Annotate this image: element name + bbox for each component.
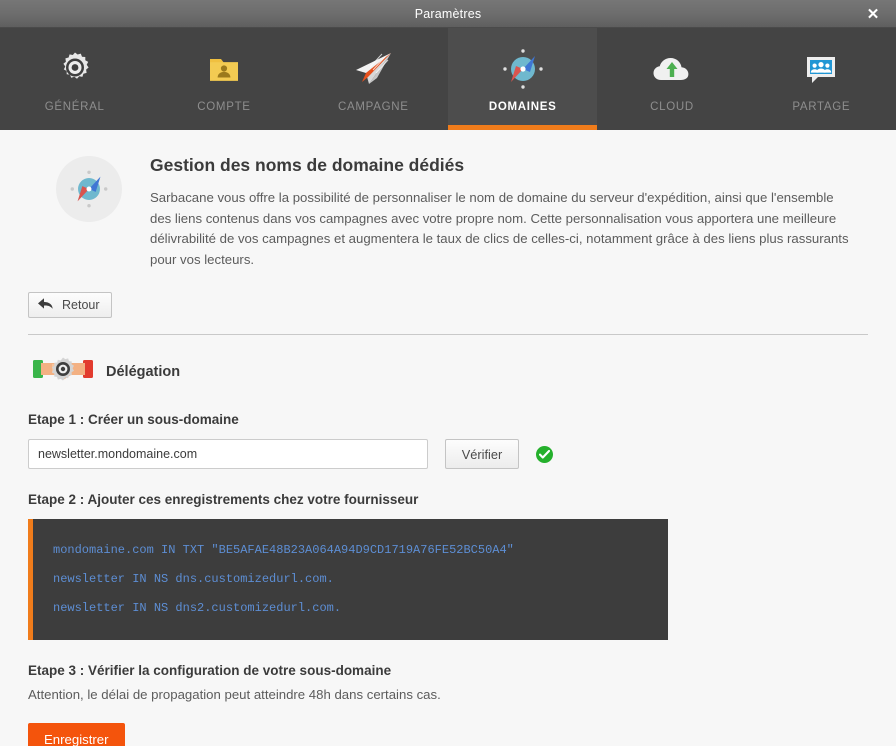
dns-record-line: newsletter IN NS dns2.customizedurl.com.: [53, 601, 342, 615]
check-circle-icon: [536, 445, 553, 463]
delegation-header: Délégation: [32, 354, 896, 389]
tab-domaines-label: DOMAINES: [488, 101, 557, 113]
back-arrow-icon: [37, 297, 54, 313]
subdomain-input[interactable]: [28, 439, 428, 469]
tab-compte[interactable]: COMPTE: [149, 28, 298, 130]
tab-compte-label: COMPTE: [197, 101, 251, 113]
save-button[interactable]: Enregistrer: [28, 723, 125, 746]
tab-campagne[interactable]: CAMPAGNE: [299, 28, 448, 130]
tab-general[interactable]: GÉNÉRAL: [0, 28, 149, 130]
folder-user-icon: [204, 46, 244, 92]
page-title: Gestion des noms de domaine dédiés: [150, 155, 465, 175]
tab-partage-label: PARTAGE: [792, 101, 851, 113]
intro-block: Gestion des noms de domaine dédiés Sarba…: [0, 130, 896, 270]
compass-icon: [56, 156, 122, 222]
handshake-gear-icon: [32, 354, 94, 389]
gear-icon: [55, 46, 95, 92]
intro-description: Sarbacane vous offre la possibilité de p…: [150, 190, 849, 267]
delegation-title: Délégation: [106, 363, 181, 380]
window-titlebar: Paramètres ✕: [0, 0, 896, 28]
paper-plane-icon: [351, 46, 395, 92]
verify-button[interactable]: Vérifier: [445, 439, 519, 469]
intro-text: Gestion des noms de domaine dédiés Sarba…: [150, 152, 852, 270]
settings-tabbar: GÉNÉRAL COMPTE CAMPAGNE DOMAINES CLOUD P…: [0, 28, 896, 130]
back-button-label: Retour: [62, 298, 100, 312]
cloud-upload-icon: [650, 46, 694, 92]
tab-cloud-label: CLOUD: [650, 101, 694, 113]
tab-cloud[interactable]: CLOUD: [597, 28, 746, 130]
share-users-icon: [801, 46, 841, 92]
step3-label: Etape 3 : Vérifier la configuration de v…: [28, 663, 392, 678]
dns-record-line: newsletter IN NS dns.customizedurl.com.: [53, 572, 334, 586]
tab-domaines[interactable]: DOMAINES: [447, 28, 598, 130]
back-button[interactable]: Retour: [28, 292, 112, 318]
propagation-note: Attention, le délai de propagation peut …: [28, 687, 441, 702]
step2-label: Etape 2 : Ajouter ces enregistrements ch…: [28, 492, 419, 507]
close-icon[interactable]: ✕: [860, 0, 886, 28]
tab-campagne-label: CAMPAGNE: [338, 101, 409, 113]
section-divider: [28, 334, 868, 335]
settings-content: Gestion des noms de domaine dédiés Sarba…: [0, 130, 896, 746]
compass-icon: [501, 46, 545, 92]
tab-partage[interactable]: PARTAGE: [747, 28, 896, 130]
step1-label: Etape 1 : Créer un sous-domaine: [28, 412, 239, 427]
dns-record-line: mondomaine.com IN TXT "BE5AFAE48B23A064A…: [53, 543, 514, 557]
tab-general-label: GÉNÉRAL: [44, 101, 105, 113]
window-title: Paramètres: [414, 6, 482, 21]
step1-field-row: Vérifier: [28, 439, 896, 469]
dns-records-block: mondomaine.com IN TXT "BE5AFAE48B23A064A…: [28, 519, 668, 640]
